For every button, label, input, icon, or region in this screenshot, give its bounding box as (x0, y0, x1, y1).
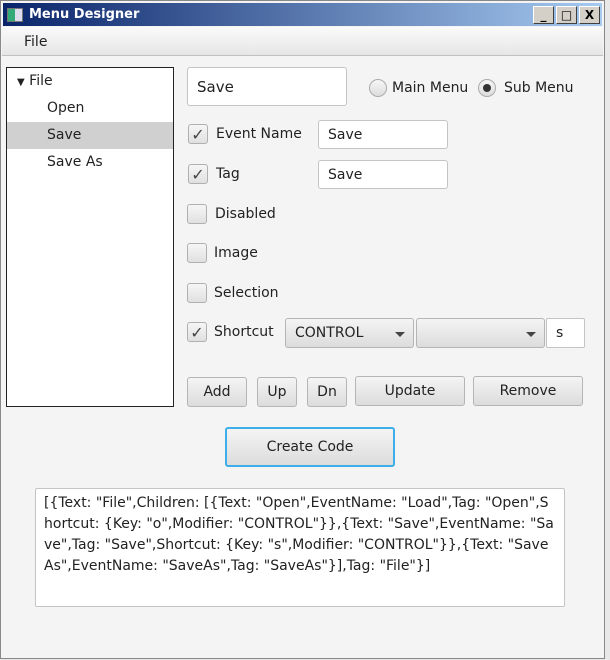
checkbox-box (187, 204, 207, 224)
text-input[interactable]: Save (187, 67, 347, 106)
app-window: Menu Designer _ □ X File ▼ File Open Sav… (0, 0, 605, 659)
radio-unchecked-icon (369, 79, 387, 97)
create-code-button[interactable]: Create Code (225, 427, 395, 467)
check-icon: ✓ (187, 322, 207, 342)
tree-item-save-as[interactable]: Save As (7, 149, 173, 176)
add-button[interactable]: Add (187, 377, 247, 407)
modifier2-combo[interactable] (416, 318, 545, 348)
menu-bar: File (2, 27, 603, 56)
maximize-button[interactable]: □ (556, 6, 577, 24)
selection-checkbox[interactable]: Selection (187, 283, 279, 303)
expanded-triangle-icon[interactable]: ▼ (17, 77, 25, 88)
checkbox-box (187, 283, 207, 303)
app-icon (7, 7, 23, 22)
check-icon: ✓ (188, 124, 208, 144)
chevron-down-icon (526, 332, 536, 337)
window-title: Menu Designer (29, 7, 140, 22)
shortcut-checkbox[interactable]: ✓ Shortcut (187, 322, 274, 342)
tag-input[interactable]: Save (318, 160, 448, 189)
modifier-combo[interactable]: CONTROL (285, 318, 414, 348)
radio-sub-menu[interactable]: Sub Menu (478, 79, 574, 97)
close-button[interactable]: X (579, 6, 600, 24)
tree-item-file[interactable]: ▼ File (7, 68, 173, 95)
image-checkbox[interactable]: Image (187, 243, 258, 263)
remove-button[interactable]: Remove (473, 376, 583, 406)
menu-file[interactable]: File (24, 34, 47, 50)
minimize-button[interactable]: _ (533, 6, 554, 24)
tag-checkbox[interactable]: ✓ Tag (188, 164, 240, 184)
event-name-input[interactable]: Save (318, 120, 448, 149)
event-name-checkbox[interactable]: ✓ Event Name (188, 124, 302, 144)
disabled-checkbox[interactable]: Disabled (187, 204, 276, 224)
title-bar: Menu Designer _ □ X (3, 3, 602, 26)
checkbox-box (187, 243, 207, 263)
tree-item-open[interactable]: Open (7, 95, 173, 122)
radio-main-menu[interactable]: Main Menu (369, 79, 468, 97)
menu-tree[interactable]: ▼ File Open Save Save As (6, 67, 174, 407)
down-button[interactable]: Dn (307, 377, 347, 407)
shortcut-key-input[interactable]: s (546, 318, 585, 348)
radio-checked-icon (478, 79, 496, 97)
check-icon: ✓ (188, 164, 208, 184)
code-output-textarea[interactable]: [{Text: "File",Children: [{Text: "Open",… (35, 488, 565, 607)
chevron-down-icon (395, 332, 405, 337)
update-button[interactable]: Update (355, 376, 465, 406)
up-button[interactable]: Up (257, 377, 297, 407)
tree-item-save[interactable]: Save (7, 122, 173, 149)
